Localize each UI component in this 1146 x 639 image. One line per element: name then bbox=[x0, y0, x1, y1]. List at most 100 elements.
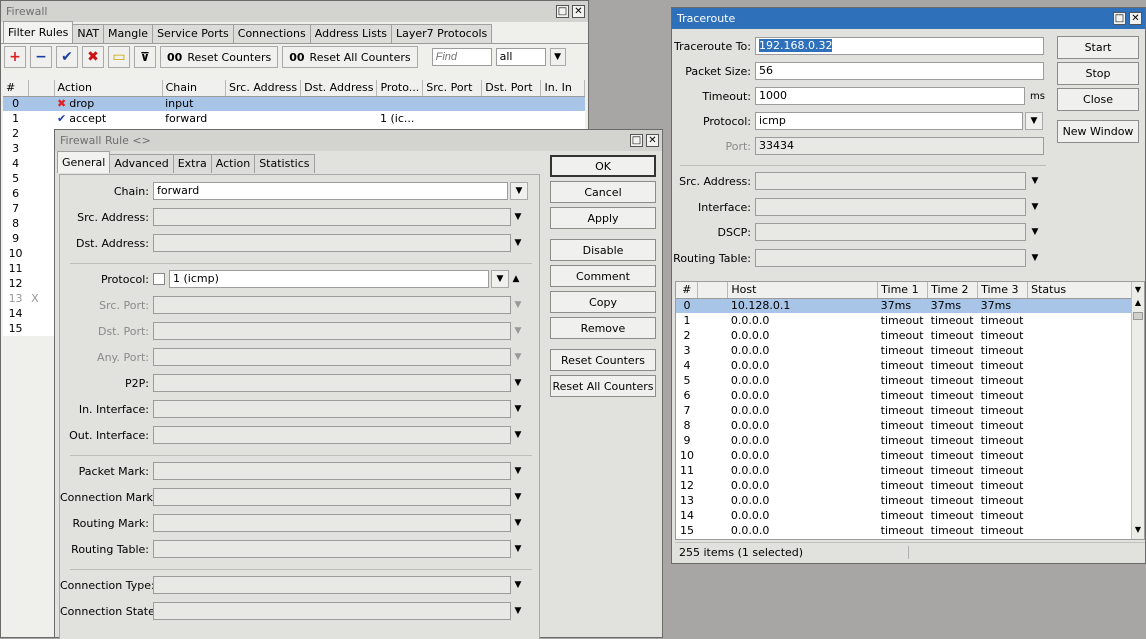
table-row[interactable]: 11 0.0.0.0 timeout timeout timeout bbox=[676, 463, 1132, 478]
chevron-down-icon[interactable]: ▼ bbox=[511, 212, 525, 222]
find-input[interactable] bbox=[431, 48, 492, 66]
column-header[interactable]: Src. Port bbox=[422, 80, 483, 97]
stop-button[interactable]: Stop bbox=[1057, 62, 1139, 85]
maximize-icon[interactable]: □ bbox=[556, 5, 569, 18]
chevron-down-icon[interactable]: ▼ bbox=[491, 270, 509, 288]
disable-button[interactable]: Disable bbox=[550, 239, 656, 261]
table-row[interactable]: 1 ✔ accept forward 1 (ic... bbox=[3, 111, 585, 126]
chevron-down-icon[interactable]: ▼ bbox=[511, 238, 525, 248]
table-row[interactable]: 0 ✖ drop input bbox=[3, 96, 585, 111]
packet-size-input[interactable]: 56 bbox=[755, 62, 1044, 80]
maximize-icon[interactable]: □ bbox=[630, 134, 643, 147]
src-address-input[interactable] bbox=[153, 208, 511, 226]
scroll-down-icon[interactable]: ▼ bbox=[1132, 525, 1144, 539]
scrollbar[interactable]: ▼ ▲ ▼ bbox=[1131, 282, 1144, 539]
column-header[interactable]: In. In bbox=[540, 80, 585, 97]
table-row[interactable]: 10 0.0.0.0 timeout timeout timeout bbox=[676, 448, 1132, 463]
column-header[interactable]: Proto... bbox=[376, 80, 424, 97]
rule-titlebar[interactable]: Firewall Rule <> □ ✕ bbox=[55, 130, 662, 151]
tab-service-ports[interactable]: Service Ports bbox=[152, 24, 234, 43]
dscp-input[interactable] bbox=[755, 223, 1026, 241]
protocol-input[interactable]: 1 (icmp) bbox=[169, 270, 489, 288]
tab-general[interactable]: General bbox=[57, 151, 111, 173]
chevron-down-icon[interactable]: ▼ bbox=[511, 430, 525, 440]
tab-filter-rules[interactable]: Filter Rules bbox=[3, 21, 74, 43]
table-row[interactable]: 8 0.0.0.0 timeout timeout timeout bbox=[676, 418, 1132, 433]
chevron-down-icon[interactable]: ▼ bbox=[1025, 112, 1043, 130]
table-row[interactable]: 5 0.0.0.0 timeout timeout timeout bbox=[676, 373, 1132, 388]
dst-port-input[interactable] bbox=[153, 322, 511, 340]
chevron-down-icon[interactable]: ▼ bbox=[511, 544, 525, 554]
tab-connections[interactable]: Connections bbox=[232, 24, 311, 43]
tab-nat[interactable]: NAT bbox=[72, 24, 105, 43]
chevron-down-icon[interactable]: ▼ bbox=[511, 466, 525, 476]
column-header[interactable]: # bbox=[3, 80, 29, 97]
enable-icon[interactable]: ✔ bbox=[56, 46, 78, 68]
traceroute-titlebar[interactable]: Traceroute □ ✕ bbox=[672, 8, 1145, 29]
column-header[interactable]: Dst. Address bbox=[300, 80, 378, 97]
timeout-input[interactable]: 1000 bbox=[755, 87, 1025, 105]
any-port-input[interactable] bbox=[153, 348, 511, 366]
in-interface-input[interactable] bbox=[153, 400, 511, 418]
reset-all-counters-button[interactable]: 00 Reset All Counters bbox=[282, 46, 418, 68]
table-row[interactable]: 14 0.0.0.0 timeout timeout timeout bbox=[676, 508, 1132, 523]
column-header[interactable]: Action bbox=[54, 80, 163, 97]
filter-icon[interactable]: ⊽ bbox=[134, 46, 156, 68]
chevron-down-icon[interactable]: ▼ bbox=[549, 48, 566, 66]
src-port-input[interactable] bbox=[153, 296, 511, 314]
table-row[interactable]: 15 0.0.0.0 timeout timeout timeout bbox=[676, 523, 1132, 538]
out-interface-input[interactable] bbox=[153, 426, 511, 444]
port-input[interactable]: 33434 bbox=[755, 137, 1044, 155]
table-row[interactable]: 6 0.0.0.0 timeout timeout timeout bbox=[676, 388, 1132, 403]
chevron-down-icon[interactable]: ▼ bbox=[510, 182, 528, 200]
column-header[interactable]: Time 2 bbox=[927, 282, 979, 299]
chevron-down-icon[interactable]: ▼ bbox=[511, 580, 525, 590]
tab-layer7-protocols[interactable]: Layer7 Protocols bbox=[391, 24, 493, 43]
new-window-button[interactable]: New Window bbox=[1057, 120, 1139, 143]
close-button[interactable]: Close bbox=[1057, 88, 1139, 111]
routing-table-input[interactable] bbox=[153, 540, 511, 558]
firewall-titlebar[interactable]: Firewall □ ✕ bbox=[1, 1, 588, 22]
remove-icon[interactable]: − bbox=[30, 46, 52, 68]
disable-icon[interactable]: ✖ bbox=[82, 46, 104, 68]
chevron-down-icon[interactable]: ▼ bbox=[1028, 176, 1042, 186]
connection-type-input[interactable] bbox=[153, 576, 511, 594]
close-icon[interactable]: ✕ bbox=[646, 134, 659, 147]
reset-all-counters-button[interactable]: Reset All Counters bbox=[550, 375, 656, 397]
copy-button[interactable]: Copy bbox=[550, 291, 656, 313]
filter-select[interactable]: all bbox=[495, 48, 546, 66]
src-address-input[interactable] bbox=[755, 172, 1026, 190]
scroll-up-arrow-icon[interactable]: ▲ bbox=[1132, 298, 1144, 312]
interface-input[interactable] bbox=[755, 198, 1026, 216]
tab-mangle[interactable]: Mangle bbox=[103, 24, 154, 43]
comment-icon[interactable]: ▭ bbox=[108, 46, 130, 68]
column-header[interactable] bbox=[28, 80, 55, 97]
chevron-down-icon[interactable]: ▼ bbox=[511, 518, 525, 528]
ok-button[interactable]: OK bbox=[550, 155, 656, 177]
tab-action[interactable]: Action bbox=[210, 154, 256, 173]
column-header[interactable]: Host bbox=[727, 282, 879, 299]
chevron-up-icon[interactable]: ▲ bbox=[509, 274, 523, 284]
table-row[interactable]: 0 10.128.0.1 37ms 37ms 37ms bbox=[676, 298, 1132, 313]
apply-button[interactable]: Apply bbox=[550, 207, 656, 229]
table-row[interactable]: 1 0.0.0.0 timeout timeout timeout bbox=[676, 313, 1132, 328]
reset-counters-button[interactable]: Reset Counters bbox=[550, 349, 656, 371]
maximize-icon[interactable]: □ bbox=[1113, 12, 1126, 25]
table-row[interactable]: 12 0.0.0.0 timeout timeout timeout bbox=[676, 478, 1132, 493]
comment-button[interactable]: Comment bbox=[550, 265, 656, 287]
table-row[interactable]: 4 0.0.0.0 timeout timeout timeout bbox=[676, 358, 1132, 373]
table-row[interactable]: 3 0.0.0.0 timeout timeout timeout bbox=[676, 343, 1132, 358]
column-header[interactable]: Dst. Port bbox=[481, 80, 542, 97]
reset-counters-button[interactable]: 00 Reset Counters bbox=[160, 46, 279, 68]
protocol-negate-checkbox[interactable] bbox=[153, 273, 165, 285]
column-header[interactable]: # bbox=[676, 282, 699, 299]
remove-button[interactable]: Remove bbox=[550, 317, 656, 339]
table-row[interactable]: 9 0.0.0.0 timeout timeout timeout bbox=[676, 433, 1132, 448]
traceroute-to-input[interactable]: 192.168.0.32 bbox=[755, 37, 1044, 55]
column-header[interactable]: Status bbox=[1027, 282, 1132, 299]
chevron-down-icon[interactable]: ▼ bbox=[511, 606, 525, 616]
routing-mark-input[interactable] bbox=[153, 514, 511, 532]
column-header[interactable] bbox=[697, 282, 729, 299]
tab-extra[interactable]: Extra bbox=[172, 154, 212, 173]
column-header[interactable]: Chain bbox=[162, 80, 227, 97]
